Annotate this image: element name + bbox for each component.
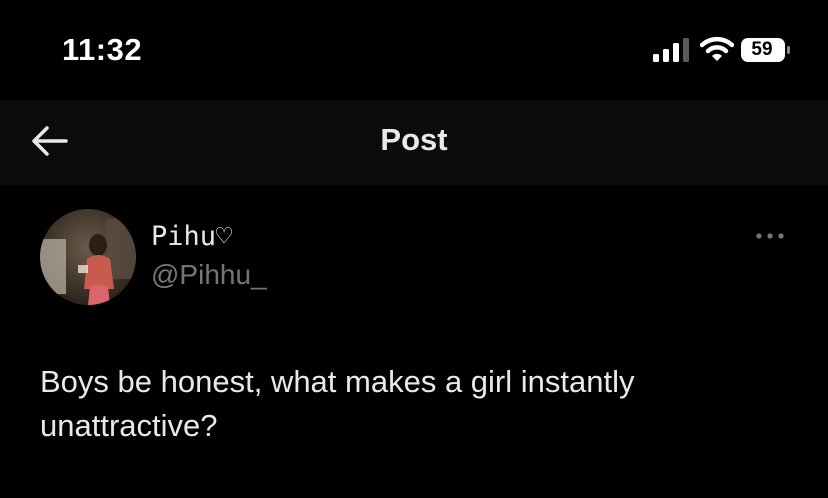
nav-bar: Post [0,100,828,185]
status-bar: 11:32 59 [0,0,828,100]
author-display-name[interactable]: Pihu♡ [151,221,232,252]
profile-photo-image [40,209,136,305]
signal-icon [653,38,689,62]
post: Pihu♡ @Pihhu_ Boys be honest, what makes… [0,185,828,498]
more-options-icon[interactable] [752,229,788,243]
post-text: Boys be honest, what makes a girl instan… [40,364,635,443]
battery-level: 59 [751,39,773,60]
status-time: 11:32 [62,32,143,67]
author-handle[interactable]: @Pihhu_ [151,259,267,291]
page-title: Post [380,122,448,157]
wifi-icon [700,36,734,61]
avatar[interactable] [40,209,136,305]
